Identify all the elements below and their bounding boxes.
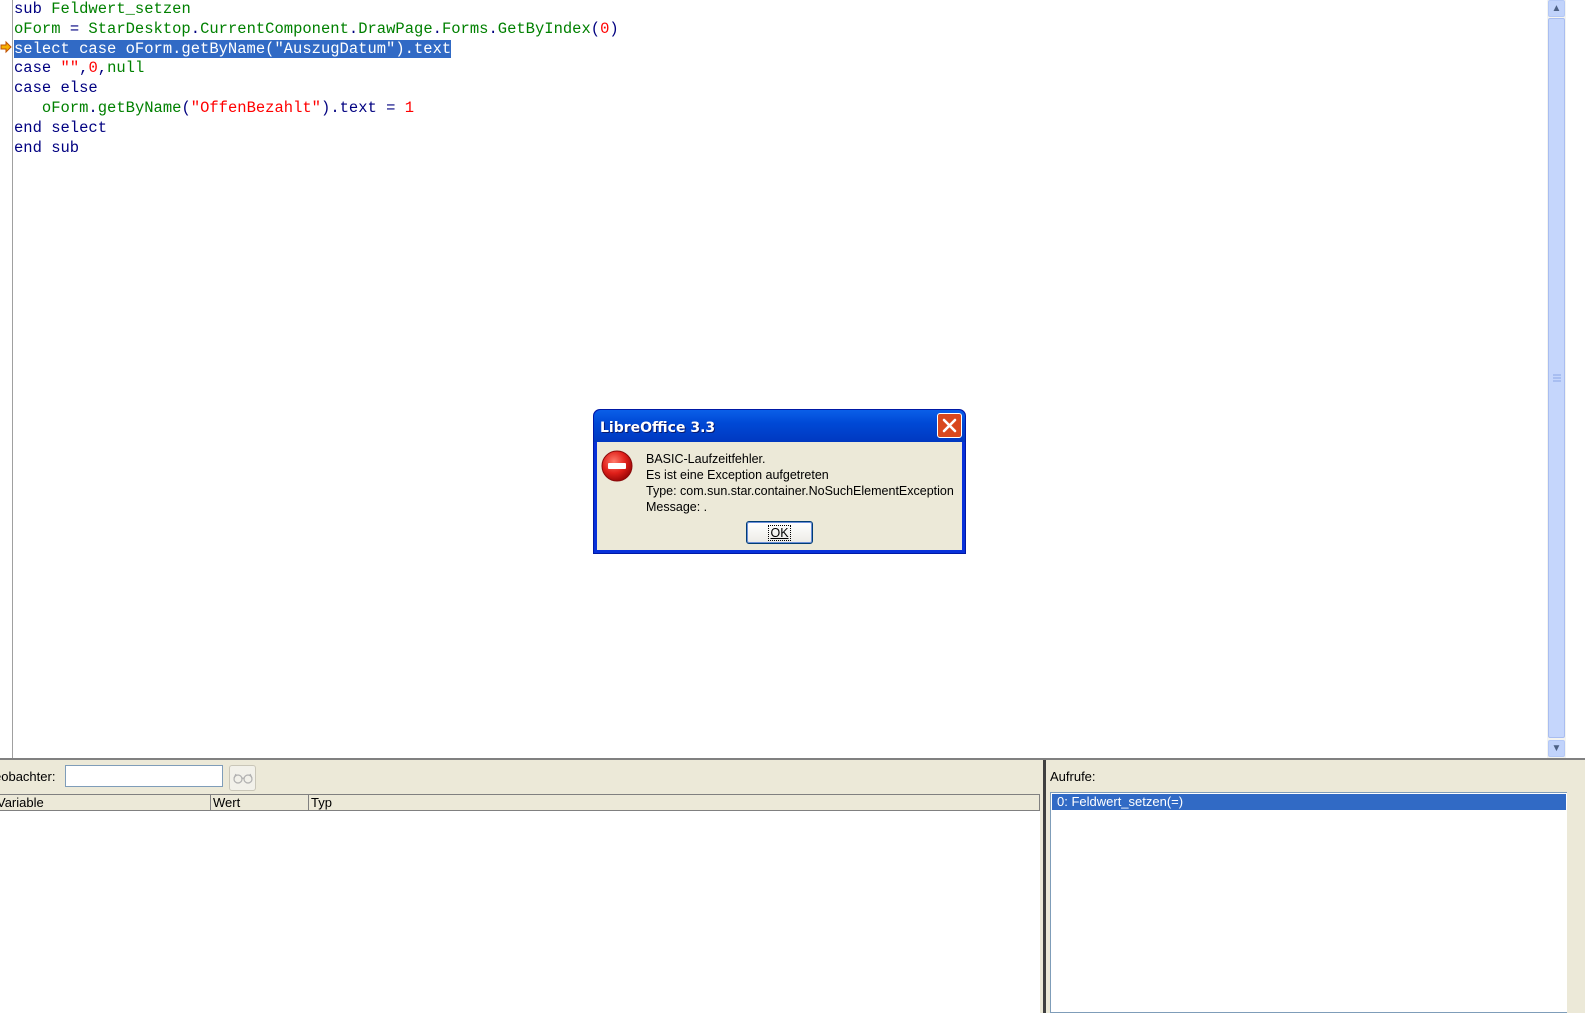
code-token: DrawPage [358, 19, 433, 38]
call-stack-item[interactable]: 0: Feldwert_setzen(=) [1052, 794, 1566, 810]
scroll-thumb[interactable] [1548, 18, 1565, 738]
code-token: case else [14, 79, 98, 98]
watch-input[interactable] [65, 765, 223, 787]
column-wert[interactable]: Wert [211, 795, 309, 810]
ok-button-label: OK [768, 524, 791, 541]
code-line[interactable]: oForm.getByName("OffenBezahlt").text = 1 [14, 99, 1546, 119]
code-token: . [488, 19, 498, 38]
dialog-body: BASIC-Laufzeitfehler. Es ist eine Except… [597, 442, 962, 550]
code-token: "OffenBezahlt" [190, 98, 321, 117]
close-button[interactable] [937, 413, 962, 438]
code-token: 1 [404, 98, 415, 117]
code-token: sub [14, 0, 52, 18]
message-line: Type: com.sun.star.container.NoSuchEleme… [646, 484, 954, 498]
code-token: = [60, 19, 89, 38]
code-token: null [107, 59, 145, 78]
code-line[interactable]: select case oForm.getByName("AuszugDatum… [14, 39, 1546, 60]
code-line[interactable]: oForm = StarDesktop.CurrentComponent.Dra… [14, 20, 1546, 40]
code-token: CurrentComponent [200, 19, 349, 38]
code-token: StarDesktop [88, 19, 191, 38]
column-variable[interactable]: Variable [0, 795, 211, 810]
scroll-down-button[interactable]: ▼ [1548, 740, 1565, 757]
code-token: 0 [88, 59, 98, 78]
highlighted-code: select case oForm.getByName("AuszugDatum… [14, 39, 452, 58]
dialog-title: LibreOffice 3.3 [600, 420, 716, 436]
error-dialog: LibreOffice 3.3 BASIC-Laufzeitfehler. Es… [593, 409, 966, 554]
code-area[interactable]: sub Feldwert_setzen oForm = StarDesktop.C… [14, 0, 1546, 758]
code-token: ( [590, 19, 601, 38]
column-typ[interactable]: Typ [309, 795, 1040, 810]
code-line[interactable]: sub Feldwert_setzen [14, 0, 1546, 20]
error-stop-icon [601, 450, 633, 482]
code-line[interactable]: case "",0,null [14, 59, 1546, 79]
current-line-arrow-icon [0, 40, 12, 54]
watch-table[interactable]: Variable Wert Typ [0, 794, 1040, 1014]
code-token: GetByIndex [497, 19, 591, 38]
close-icon [942, 418, 957, 433]
code-token: Forms [441, 19, 489, 38]
watch-label: eobachter: [0, 769, 56, 784]
call-stack-list[interactable]: 0: Feldwert_setzen(=) [1050, 792, 1568, 1013]
basic-editor[interactable]: sub Feldwert_setzen oForm = StarDesktop.C… [0, 0, 1566, 758]
remove-watch-button[interactable] [229, 765, 256, 791]
message-line: Message: . [646, 500, 708, 514]
message-line: Es ist eine Exception aufgetreten [646, 468, 829, 482]
dialog-message: BASIC-Laufzeitfehler. Es ist eine Except… [646, 451, 954, 515]
code-token: end sub [14, 138, 80, 157]
code-token: oForm [14, 19, 61, 38]
line-gutter[interactable] [0, 0, 13, 758]
watch-pane: eobachter: Variable Wert Typ [0, 760, 1042, 1014]
dialog-titlebar[interactable]: LibreOffice 3.3 [594, 410, 965, 442]
calls-label: Aufrufe: [1050, 769, 1096, 784]
code-line[interactable]: end select [14, 119, 1546, 139]
calls-pane: Aufrufe: 0: Feldwert_setzen(=) [1043, 760, 1585, 1013]
glasses-icon [232, 773, 253, 784]
scroll-up-button[interactable]: ▲ [1548, 0, 1565, 17]
code-token: case [14, 59, 61, 78]
code-token: 0 [600, 19, 610, 38]
pane-edge [1567, 760, 1585, 1013]
code-token: . [432, 19, 442, 38]
code-token: .text = [330, 98, 405, 117]
vertical-scrollbar[interactable]: ▲ ▼ [1547, 0, 1566, 758]
code-token: getByName [97, 98, 182, 117]
watch-table-header: Variable Wert Typ [0, 795, 1040, 811]
code-token: ) [609, 19, 619, 38]
code-token: oForm [41, 98, 89, 117]
code-token: "" [60, 59, 80, 78]
code-token: , [97, 59, 108, 78]
code-token: . [348, 19, 359, 38]
code-token: . [88, 98, 98, 117]
code-token: Feldwert_setzen [51, 0, 191, 18]
message-line: BASIC-Laufzeitfehler. [646, 452, 766, 466]
code-token: ) [321, 98, 331, 117]
code-line[interactable]: end sub [14, 139, 1546, 159]
code-token: ( [181, 98, 191, 117]
ok-button[interactable]: OK [746, 521, 813, 544]
grip-icon [1553, 374, 1561, 382]
code-line[interactable]: case else [14, 79, 1546, 99]
code-token: end select [14, 118, 108, 137]
code-token: . [190, 19, 201, 38]
debug-panel: eobachter: Variable Wert Typ Aufrufe: 0:… [0, 758, 1585, 1014]
